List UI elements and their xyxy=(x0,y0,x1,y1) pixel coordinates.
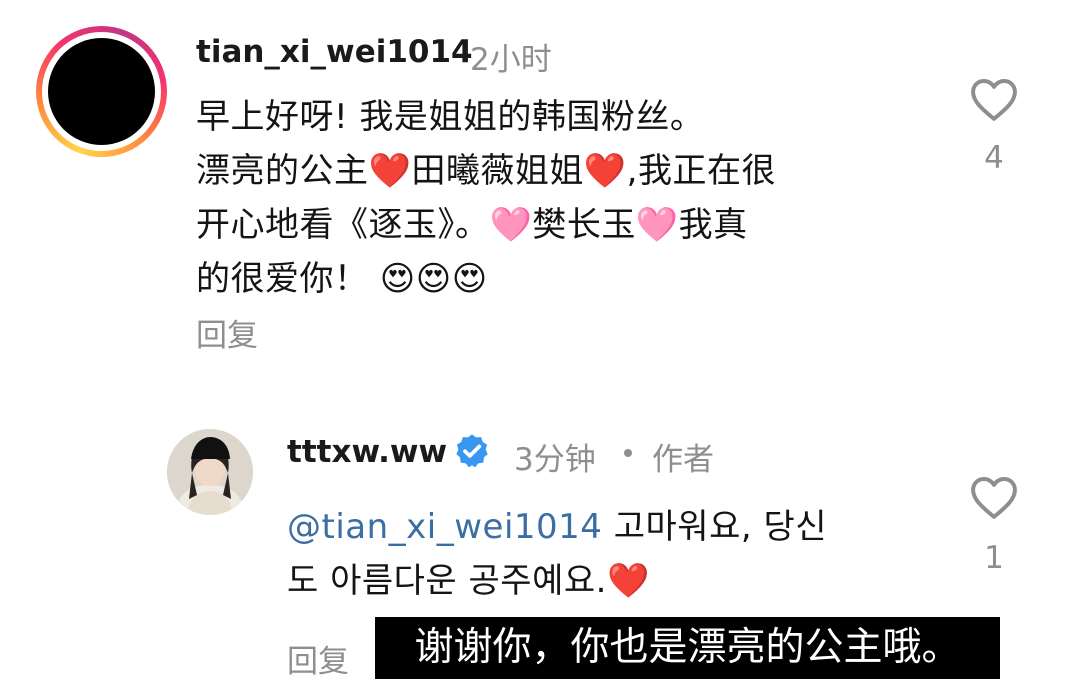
reply-text: @tian_xi_wei1014 고마워요, 당신 도 아름다운 공주예요.❤️ xyxy=(287,500,927,608)
reply-button[interactable]: 回复 xyxy=(196,310,258,355)
mention-link[interactable]: @tian_xi_wei1014 xyxy=(287,507,602,547)
avatar xyxy=(48,38,155,145)
reply-button[interactable]: 回复 xyxy=(287,636,349,681)
avatar-story-ring[interactable] xyxy=(36,26,167,157)
reply-username[interactable]: tttxw.ww xyxy=(287,434,447,470)
like-count: 1 xyxy=(984,540,1004,576)
comment-username[interactable]: tian_xi_wei1014 xyxy=(196,34,473,70)
reply-time: 3分钟 xyxy=(514,442,596,478)
heart-icon[interactable] xyxy=(968,76,1020,122)
comment-text: 早上好呀! 我是姐姐的韩国粉丝。 漂亮的公主❤️田曦薇姐姐❤️,我正在很 开心地… xyxy=(196,97,776,299)
avatar[interactable] xyxy=(167,429,253,515)
comment-time: 2小时 xyxy=(470,42,552,78)
heart-icon[interactable] xyxy=(968,474,1020,520)
subtitle-caption: 谢谢你，你也是漂亮的公主哦。 xyxy=(375,617,1000,679)
author-label: 作者 xyxy=(652,442,714,478)
like-count: 4 xyxy=(984,140,1004,176)
avatar-photo-icon xyxy=(167,429,253,515)
separator-dot xyxy=(624,449,632,457)
verified-badge-icon xyxy=(456,434,488,468)
